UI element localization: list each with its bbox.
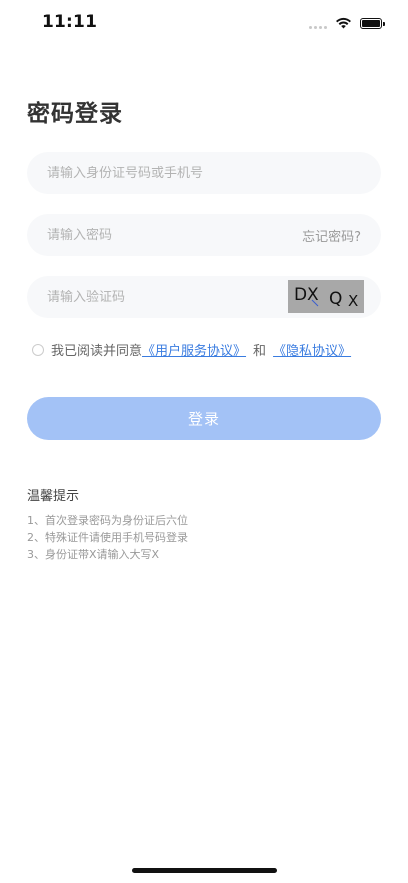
tips-list: 1、首次登录密码为身份证后六位 2、特殊证件请使用手机号码登录 3、身份证带X请… [27, 512, 188, 563]
captcha-char: X [307, 285, 319, 305]
status-time: 11:11 [42, 12, 98, 32]
agreement-and: 和 [253, 344, 267, 359]
wifi-icon [336, 17, 351, 29]
signal-icon [309, 17, 327, 29]
id-phone-input[interactable] [47, 165, 361, 181]
privacy-agreement-link[interactable]: 《隐私协议》 [273, 340, 351, 359]
battery-icon [360, 17, 385, 29]
status-icons [309, 14, 385, 32]
captcha-char: X [348, 292, 358, 310]
password-field[interactable]: 忘记密码? [27, 214, 381, 256]
service-agreement-link[interactable]: 《用户服务协议》 [142, 340, 246, 359]
forgot-password-link[interactable]: 忘记密码? [302, 226, 361, 245]
id-phone-field[interactable] [27, 152, 381, 194]
login-button[interactable]: 登录 [27, 397, 381, 440]
tip-item: 3、身份证带X请输入大写X [27, 548, 160, 561]
page-title: 密码登录 [27, 101, 123, 127]
agreement-row: 我已阅读并同意 《用户服务协议》 和 《隐私协议》 [32, 340, 351, 359]
home-indicator [132, 868, 277, 873]
tip-item: 2、特殊证件请使用手机号码登录 [27, 531, 188, 544]
captcha-char: Q [329, 289, 342, 309]
agreement-prefix: 我已阅读并同意 [51, 344, 143, 359]
captcha-char: D [294, 285, 307, 305]
status-bar: 11:11 [0, 0, 408, 46]
password-input[interactable] [47, 227, 303, 243]
captcha-image[interactable]: D X Q X [288, 280, 364, 313]
tip-item: 1、首次登录密码为身份证后六位 [27, 514, 188, 527]
agreement-checkbox[interactable] [32, 343, 44, 356]
tips-title: 温馨提示 [27, 489, 80, 504]
